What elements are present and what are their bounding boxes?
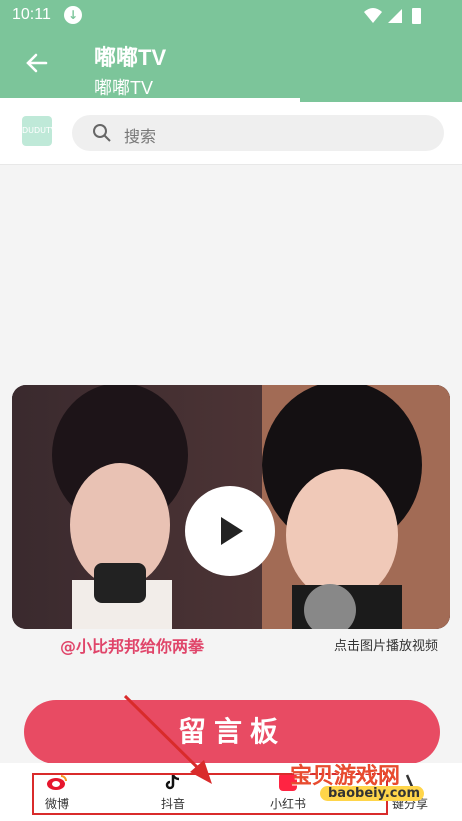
play-icon xyxy=(221,517,243,545)
page-subtitle: 嘟嘟TV xyxy=(94,78,154,98)
download-icon: ↓ xyxy=(64,6,82,24)
guestbook-button[interactable]: 留言板 xyxy=(24,700,440,764)
battery-icon xyxy=(412,8,421,24)
app-logo[interactable]: DUDUTV xyxy=(22,116,56,146)
signal-icon xyxy=(388,9,402,23)
play-button[interactable] xyxy=(185,486,275,576)
status-bar: 10:11 ↓ xyxy=(0,0,462,32)
search-row: DUDUTV 搜索 xyxy=(0,102,462,165)
wifi-icon xyxy=(364,8,382,23)
app-bar: 嘟嘟TV 嘟嘟TV xyxy=(0,32,462,98)
play-hint: 点击图片播放视频 xyxy=(333,639,438,654)
search-input[interactable]: 搜索 xyxy=(72,115,444,151)
status-icons xyxy=(362,6,432,30)
status-time: 10:11 xyxy=(12,6,51,23)
back-arrow-icon[interactable] xyxy=(24,50,50,76)
search-icon xyxy=(93,124,111,142)
watermark-logo: 宝贝游戏网 baobeiy.com xyxy=(290,758,424,801)
video-uploader: @小比邦邦给你两拳 xyxy=(60,637,205,656)
page-title: 嘟嘟TV xyxy=(94,45,167,70)
search-placeholder: 搜索 xyxy=(124,127,157,146)
watermark-url: baobeiy.com xyxy=(320,786,424,801)
